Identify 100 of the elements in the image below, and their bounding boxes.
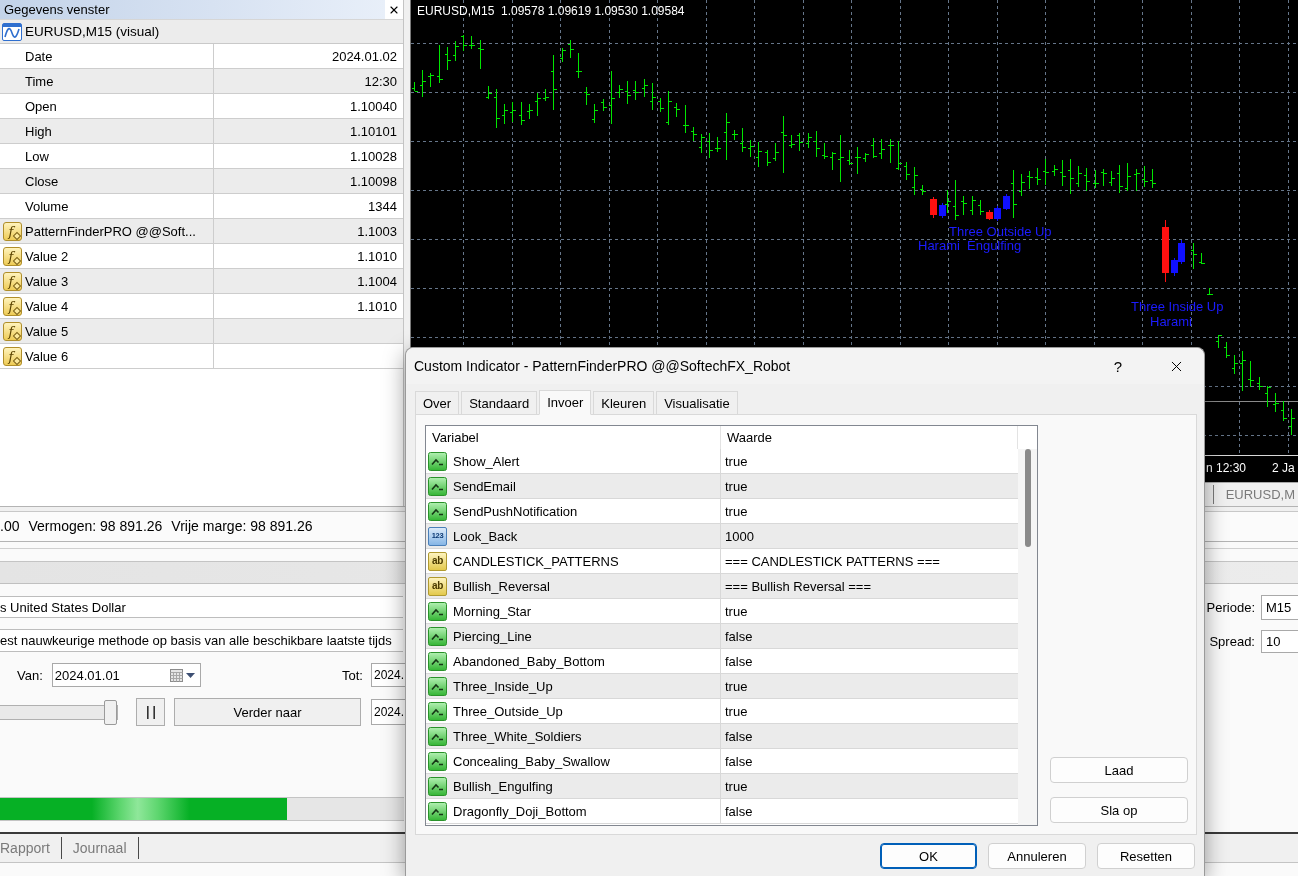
pause-button[interactable] [136,698,165,726]
scrollbar[interactable] [1018,449,1037,825]
variable-name: SendEmail [453,478,516,494]
account-info: Vermogen: 98 891.26 [28,518,163,534]
data-label: Volume [25,198,69,214]
data-value: 12:30 [364,73,397,89]
function-icon: f [3,221,22,241]
function-icon: f [3,271,22,291]
panel-title: Gegevens venster [0,0,385,19]
toggle-icon [428,601,447,621]
value-cell[interactable]: true [721,474,1018,498]
side-button[interactable]: Laad [1050,757,1188,783]
account-info: .00 [0,518,20,534]
data-label: Value 3 [25,273,69,289]
value-cell[interactable]: === Bullish Reversal === [721,574,1018,598]
data-label: Low [25,148,49,164]
period-field[interactable]: M15 [1261,595,1298,620]
variable-name: SendPushNotification [453,503,578,519]
variable-name: Bullish_Reversal [453,578,550,594]
function-icon: f [3,321,22,341]
variable-name: Three_White_Soldiers [453,728,582,744]
data-value: 2024.01.02 [331,48,397,64]
value-cell[interactable]: false [721,724,1018,748]
variable-name: Piercing_Line [453,628,532,644]
pause-icon [146,705,155,719]
account-info: Vrije marge: 98 891.26 [171,518,313,534]
data-label: Open [25,98,57,114]
time-label: 2 Ja [1272,461,1295,475]
scrollbar-thumb[interactable] [1024,449,1031,547]
toggle-icon [428,501,447,521]
variable-name: Look_Back [453,528,518,544]
field-label: Tot: [342,667,363,683]
variable-name: Morning_Star [453,603,532,619]
toggle-icon [428,726,447,746]
dialog-button[interactable]: Annuleren [988,843,1086,869]
dialog-button[interactable]: Resetten [1097,843,1195,869]
calendar-icon [169,668,183,682]
field-label: Van: [16,667,43,683]
toggle-icon [428,801,447,821]
data-label: Date [25,48,53,64]
toggle-icon [428,776,447,796]
date-field[interactable]: 2024. [371,663,405,687]
model-field[interactable]: est nauwkeurige methode op basis van alle beschikbare laatste tijds [0,629,403,652]
panel-tab[interactable]: Journaal [61,837,139,859]
variable-name: CANDLESTICK_PATTERNS [453,553,619,569]
value-cell[interactable]: false [721,749,1018,773]
spread-field[interactable]: 10 [1261,630,1298,653]
variable-name: Three_Outside_Up [453,703,563,719]
value-cell[interactable]: true [721,674,1018,698]
variable-name: Three_Inside_Up [453,678,553,694]
variable-name: Concealing_Baby_Swallow [453,753,610,769]
data-value: 1.10040 [350,98,397,114]
data-value: 1.1004 [357,273,397,289]
data-label: Value 5 [25,323,69,339]
side-button[interactable]: Sla op [1050,797,1188,823]
value-cell[interactable]: false [721,624,1018,648]
function-icon: f [3,246,22,266]
value-cell[interactable]: true [721,699,1018,723]
date-field[interactable]: 2024.01.01 [51,663,201,687]
toggle-icon [428,451,447,471]
variable-name: Dragonfly_Doji_Bottom [453,803,587,819]
value-cell[interactable]: true [721,599,1018,623]
value-cell[interactable]: false [721,799,1018,823]
data-value: 1.1010 [357,248,397,264]
symbol-field[interactable]: s United States Dollar [0,596,403,618]
caret-icon [185,672,195,678]
value-cell[interactable]: true [721,449,1018,473]
chart-window-icon [2,22,22,41]
variable-name: Bullish_Engulfing [453,778,553,794]
data-value: 1.10098 [350,173,397,189]
data-label: Close [25,173,59,189]
function-icon: f [3,346,22,366]
text-icon: ab [428,576,447,596]
chart-tab[interactable]: EURUSD,M [1212,485,1298,504]
data-label: Value 4 [25,298,69,314]
value-cell[interactable]: false [721,649,1018,673]
data-label: Time [25,73,54,89]
skip-button[interactable]: Verder naar [174,698,361,726]
data-value: 1.1003 [357,223,397,239]
toggle-icon [428,651,447,671]
text-icon: ab [428,551,447,571]
dialog-button[interactable]: OK [880,843,977,869]
function-icon: f [3,296,22,316]
time-label: n 12:30 [1206,461,1247,475]
field-label: Spread: [1209,634,1256,649]
toggle-icon [428,626,447,646]
data-label: High [25,123,52,139]
field-label: Periode: [1206,600,1256,615]
data-value: 1.10101 [350,123,397,139]
variable-name: Show_Alert [453,453,520,469]
slider-thumb[interactable] [104,699,117,725]
date-field[interactable]: 2024. [371,699,405,725]
value-cell[interactable]: true [721,774,1018,798]
data-value: 1.1010 [357,298,397,314]
value-cell[interactable]: true [721,499,1018,523]
panel-tab[interactable]: Rapport [0,837,62,859]
data-label: Value 6 [25,348,69,364]
value-cell[interactable]: === CANDLESTICK PATTERNS === [721,549,1018,573]
value-cell[interactable]: 1000 [721,524,1018,548]
toggle-icon [428,701,447,721]
